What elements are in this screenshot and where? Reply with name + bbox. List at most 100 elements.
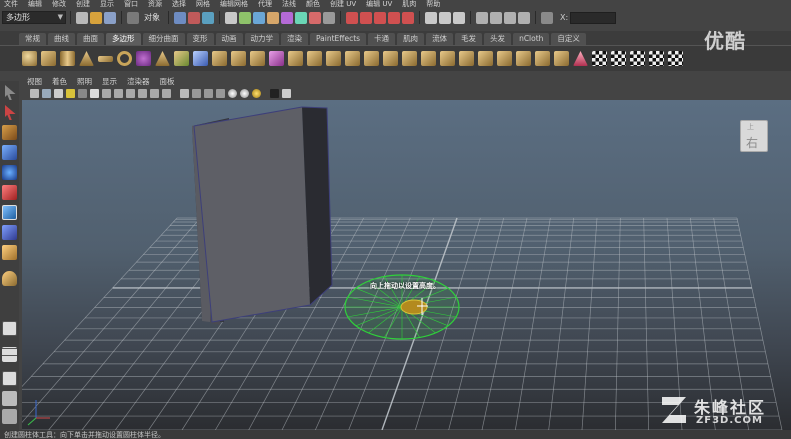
field-chart-icon[interactable] (138, 88, 147, 98)
sculpt-icon[interactable] (573, 51, 588, 66)
menu-item[interactable]: 编辑 UV (362, 0, 398, 8)
paint-select-tool-icon[interactable] (2, 125, 17, 140)
shelf-tab[interactable]: 渲染 (281, 33, 308, 45)
menu-set-dropdown[interactable]: 多边形 ▼ (2, 11, 66, 24)
shelf-tab[interactable]: PaintEffects (310, 33, 367, 45)
panel-menu-item[interactable]: 显示 (97, 76, 122, 87)
select-tool-icon[interactable] (5, 85, 16, 100)
poly-cylinder-icon[interactable] (60, 51, 75, 66)
panel-menu-item[interactable]: 着色 (47, 76, 72, 87)
shelf-tab[interactable]: 肌肉 (397, 33, 425, 45)
split-polygon-icon[interactable] (288, 51, 303, 66)
select-by-hierarchy-icon[interactable] (174, 11, 186, 24)
use-default-lighting-icon[interactable] (228, 88, 237, 98)
isolate-select-icon[interactable] (270, 88, 279, 98)
shelf-tab[interactable]: 动力学 (244, 33, 279, 45)
surface-mask-icon[interactable] (267, 11, 279, 24)
make-live-icon[interactable] (402, 11, 414, 24)
soft-mod-tool-icon[interactable] (2, 225, 17, 240)
safe-title-icon[interactable] (162, 88, 171, 98)
menu-item[interactable]: 创建 (72, 0, 96, 8)
object-mode-label[interactable]: 对象 (144, 12, 160, 23)
menu-item[interactable]: 编辑 (24, 0, 48, 8)
snap-curve-icon[interactable] (360, 11, 372, 24)
new-scene-icon[interactable] (76, 11, 88, 24)
layout-outliner-icon[interactable] (2, 391, 17, 406)
open-scene-icon[interactable] (90, 11, 102, 24)
append-polygon-icon[interactable] (269, 51, 284, 66)
textured-icon[interactable] (216, 88, 225, 98)
shelf-tab[interactable]: 细分曲面 (142, 33, 185, 45)
combine-icon[interactable] (193, 51, 208, 66)
shelf-tab[interactable]: 卡通 (368, 33, 396, 45)
poke-icon[interactable] (440, 51, 455, 66)
save-scene-icon[interactable] (104, 11, 116, 24)
two-d-pan-zoom-icon[interactable] (78, 88, 87, 98)
planar-mapping-icon[interactable] (592, 51, 607, 66)
shelf-tab[interactable]: 常规 (19, 33, 46, 45)
misc-mask-icon[interactable] (323, 11, 335, 24)
image-plane-icon[interactable] (66, 88, 75, 98)
dynamic-mask-icon[interactable] (295, 11, 307, 24)
shelf-tab[interactable]: 头发 (484, 33, 512, 45)
poly-plane-icon[interactable] (98, 55, 113, 62)
menu-item[interactable]: 选择 (168, 0, 192, 8)
absolute-transform-icon[interactable] (541, 11, 553, 24)
menu-item[interactable]: 肌肉 (398, 0, 422, 8)
panel-menu-item[interactable]: 照明 (72, 76, 97, 87)
offset-edge-loop-icon[interactable] (326, 51, 341, 66)
poly-cube-icon[interactable] (41, 51, 56, 66)
uv-editor-icon[interactable] (668, 51, 683, 66)
shelf-tab[interactable]: 变形 (186, 33, 214, 45)
shelf-tab[interactable]: 毛发 (455, 33, 483, 45)
menu-item[interactable]: 显示 (96, 0, 120, 8)
selection-mask-icon[interactable] (127, 11, 139, 24)
gate-mask-icon[interactable] (126, 88, 135, 98)
insert-edge-loop-icon[interactable] (307, 51, 322, 66)
shelf-tab[interactable]: 动画 (215, 33, 243, 45)
lasso-tool-icon[interactable] (5, 105, 16, 120)
layout-single-pane-icon[interactable] (2, 321, 17, 336)
poly-prism-icon[interactable] (136, 51, 151, 66)
poly-pipe-icon[interactable] (174, 51, 189, 66)
shadows-icon[interactable] (252, 88, 261, 98)
curve-mask-icon[interactable] (253, 11, 265, 24)
wireframe-on-shaded-icon[interactable] (204, 88, 213, 98)
shelf-tab[interactable]: 流体 (426, 33, 454, 45)
bevel-icon[interactable] (383, 51, 398, 66)
select-by-component-icon[interactable] (202, 11, 214, 24)
input-ops-icon[interactable] (425, 11, 437, 24)
move-tool-icon[interactable] (2, 145, 17, 160)
poly-cone-icon[interactable] (79, 51, 94, 66)
cleanup-icon[interactable] (554, 51, 569, 66)
camera-attributes-icon[interactable] (42, 88, 51, 98)
panel-menu-item[interactable]: 面板 (155, 76, 180, 87)
wedge-icon[interactable] (421, 51, 436, 66)
box-face-main[interactable] (194, 107, 310, 322)
menu-item[interactable]: 法线 (278, 0, 302, 8)
deform-mask-icon[interactable] (281, 11, 293, 24)
scale-tool-icon[interactable] (2, 185, 17, 200)
menu-item[interactable]: 颜色 (302, 0, 326, 8)
panel-menu-item[interactable]: 视图 (22, 76, 47, 87)
menu-item[interactable]: 帮助 (422, 0, 446, 8)
resolution-gate-icon[interactable] (114, 88, 123, 98)
poly-sphere-icon[interactable] (22, 51, 37, 66)
wireframe-icon[interactable] (180, 88, 189, 98)
safe-action-icon[interactable] (150, 88, 159, 98)
menu-item[interactable]: 网格 (192, 0, 216, 8)
shelf-tab[interactable]: 曲线 (48, 33, 75, 45)
bridge-icon[interactable] (364, 51, 379, 66)
cylindrical-mapping-icon[interactable] (611, 51, 626, 66)
select-camera-icon[interactable] (30, 88, 39, 98)
reduce-icon[interactable] (478, 51, 493, 66)
viewcube[interactable]: 上 右 (740, 120, 768, 152)
grid-icon[interactable] (90, 88, 99, 98)
use-all-lights-icon[interactable] (240, 88, 249, 98)
snap-grid-icon[interactable] (346, 11, 358, 24)
show-manipulator-icon[interactable] (2, 245, 17, 260)
poly-torus-icon[interactable] (117, 51, 132, 66)
extract-icon[interactable] (231, 51, 246, 66)
bookmark-icon[interactable] (54, 88, 63, 98)
universal-manipulator-icon[interactable] (2, 205, 17, 220)
